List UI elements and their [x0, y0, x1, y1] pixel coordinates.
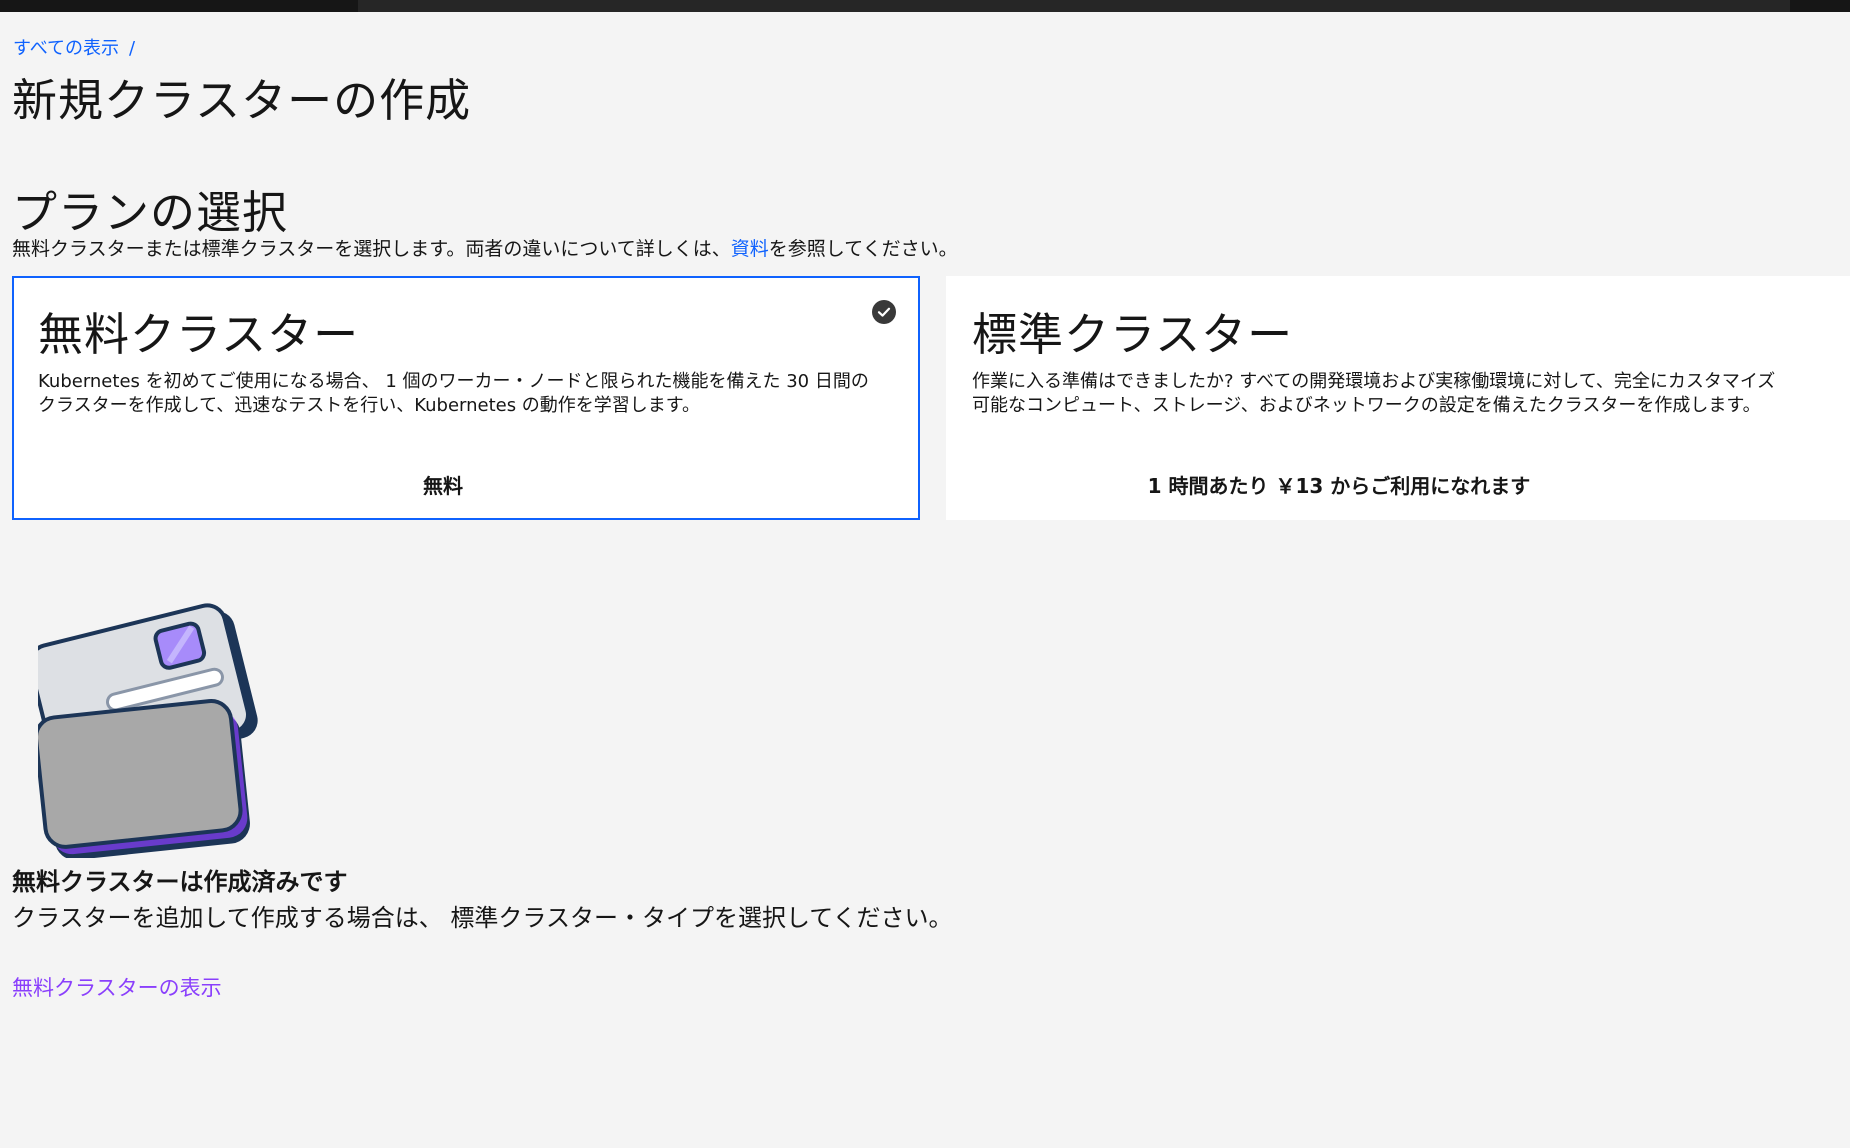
notice-title: 無料クラスターは作成済みです: [12, 868, 348, 896]
standard-cluster-plan-card[interactable]: 標準クラスター 作業に入る準備はできましたか? すべての開発環境および実稼働環境…: [946, 276, 1850, 520]
page-title: 新規クラスターの作成: [12, 74, 472, 127]
documentation-link[interactable]: 資料: [731, 238, 769, 260]
cluster-cards-illustration: [28, 590, 268, 860]
top-bar-right-segment: [1790, 0, 1850, 12]
plan-section-title: プランの選択: [12, 186, 289, 239]
plan-description-text-before: 無料クラスターまたは標準クラスターを選択します。両者の違いについて詳しくは、: [12, 238, 731, 260]
breadcrumb-link-view-all[interactable]: すべての表示: [13, 38, 119, 59]
top-navigation-bar: [0, 0, 1850, 12]
breadcrumb-separator: /: [129, 38, 136, 59]
notice-text: クラスターを追加して作成する場合は、 標準クラスター・タイプを選択してください。: [12, 904, 953, 932]
breadcrumb: すべての表示 /: [13, 34, 135, 60]
top-bar-left-segment: [0, 0, 358, 12]
checkmark-filled-icon: [872, 300, 896, 324]
standard-plan-name: 標準クラスター: [972, 308, 1294, 361]
view-free-cluster-link[interactable]: 無料クラスターの表示: [12, 972, 222, 1002]
free-plan-description: Kubernetes を初めてご使用になる場合、 1 個のワーカー・ノードと限ら…: [38, 371, 869, 416]
free-cluster-plan-card[interactable]: 無料クラスター Kubernetes を初めてご使用になる場合、 1 個のワーカ…: [12, 276, 920, 520]
standard-plan-description: 作業に入る準備はできましたか? すべての開発環境および実稼働環境に対して、完全に…: [972, 371, 1776, 416]
plan-description-text-after: を参照してください。: [768, 238, 958, 260]
plan-section-description: 無料クラスターまたは標準クラスターを選択します。両者の違いについて詳しくは、資料…: [12, 234, 958, 261]
free-plan-price: 無料: [423, 474, 463, 498]
standard-plan-price: 1 時間あたり ￥13 からご利用になれます: [1147, 474, 1531, 498]
free-plan-name: 無料クラスター: [38, 308, 360, 361]
